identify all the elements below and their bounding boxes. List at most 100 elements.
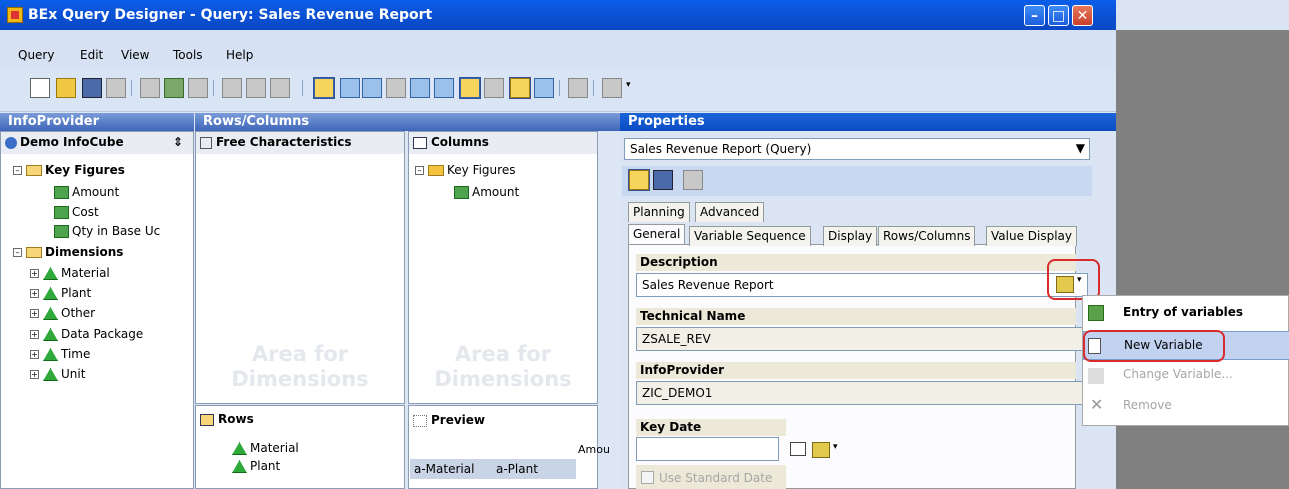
dimension-icon xyxy=(43,328,58,341)
properties-selector[interactable]: Sales Revenue Report (Query) ▼ xyxy=(624,138,1090,160)
rows-item[interactable]: Plant xyxy=(232,459,280,473)
publish-icon[interactable] xyxy=(188,78,208,98)
context-remove[interactable]: Remove xyxy=(1083,392,1289,421)
columns-header: Columns xyxy=(409,132,597,154)
tree-item[interactable]: + Unit xyxy=(30,367,85,381)
display-options-icon[interactable] xyxy=(602,78,622,98)
rows-item[interactable]: Material xyxy=(232,441,299,455)
messages-icon[interactable] xyxy=(509,77,531,99)
cut-icon[interactable] xyxy=(222,78,242,98)
preview-cell: a-Material xyxy=(414,462,475,476)
tree-key-figures[interactable]: – Key Figures xyxy=(13,163,125,177)
chevron-down-icon[interactable]: ▼ xyxy=(1076,141,1085,155)
tree-dimensions[interactable]: – Dimensions xyxy=(13,245,123,259)
tree-item[interactable]: + Material xyxy=(30,266,110,280)
preview-icon xyxy=(413,414,427,427)
tab-planning[interactable]: Planning xyxy=(628,202,690,222)
preview-col-header: Amou xyxy=(578,443,610,456)
infoprovider-field[interactable]: ZIC_DEMO1 xyxy=(636,381,1088,405)
tab-value-display[interactable]: Value Display xyxy=(986,226,1077,246)
rows-header: Rows xyxy=(196,409,404,431)
close-button[interactable]: ✕ xyxy=(1072,5,1093,26)
dimension-icon xyxy=(43,307,58,320)
variable-icon[interactable] xyxy=(812,442,830,458)
folder-icon xyxy=(26,165,42,176)
remove-icon: ✕ xyxy=(1090,395,1104,414)
columns-key-figures[interactable]: – Key Figures xyxy=(415,163,515,177)
technical-names-icon[interactable] xyxy=(568,78,588,98)
tree-item[interactable]: + Other xyxy=(30,306,95,320)
folder-icon xyxy=(26,247,42,258)
chevron-down-icon[interactable]: ▾ xyxy=(626,80,631,90)
paste-icon[interactable] xyxy=(270,78,290,98)
key-figure-icon xyxy=(454,186,469,199)
maximize-button[interactable]: □ xyxy=(1048,5,1069,26)
infoprovider-view-icon[interactable] xyxy=(313,77,335,99)
tab-advanced[interactable]: Advanced xyxy=(695,202,765,222)
free-characteristics-header: Free Characteristics xyxy=(196,132,404,154)
standard-date-checkbox[interactable] xyxy=(641,471,654,484)
minimize-button[interactable]: – xyxy=(1024,5,1045,26)
key-date-field[interactable] xyxy=(636,437,779,461)
save-icon[interactable] xyxy=(653,170,673,190)
tree-item[interactable]: Cost xyxy=(54,205,99,219)
preview-cell: a-Plant xyxy=(496,462,538,476)
technical-name-field[interactable]: ZSALE_REV xyxy=(636,327,1088,351)
dimension-icon xyxy=(232,442,247,455)
cells-icon[interactable] xyxy=(386,78,406,98)
area-watermark: Area for Dimensions xyxy=(231,342,369,391)
key-figure-icon xyxy=(54,206,69,219)
dimension-icon xyxy=(232,460,247,473)
where-used-icon[interactable] xyxy=(534,78,554,98)
context-entry-of-variables: Entry of variables xyxy=(1123,305,1244,319)
area-watermark: Area for Dimensions xyxy=(434,342,572,391)
query-properties-icon[interactable] xyxy=(140,78,160,98)
tab-rows-columns[interactable]: Rows/Columns xyxy=(878,226,976,246)
calendar-icon[interactable] xyxy=(790,442,806,456)
key-figures-icon xyxy=(428,165,444,176)
description-field[interactable]: Sales Revenue Report xyxy=(636,273,1088,297)
key-figure-icon xyxy=(54,186,69,199)
tree-item[interactable]: Qty in Base Uc xyxy=(54,224,160,238)
columns-amount[interactable]: Amount xyxy=(454,185,519,199)
sort-icon[interactable]: ⇕ xyxy=(173,135,183,149)
check-icon[interactable] xyxy=(164,78,184,98)
tasks-icon[interactable] xyxy=(484,78,504,98)
tree-item[interactable]: + Data Package xyxy=(30,327,143,341)
open-icon[interactable] xyxy=(56,78,76,98)
exceptions-icon[interactable] xyxy=(434,78,454,98)
menu-query[interactable]: Query xyxy=(18,48,54,62)
edit-icon[interactable] xyxy=(628,169,650,191)
save-icon[interactable] xyxy=(82,78,102,98)
description-label: Description xyxy=(636,254,1076,271)
menu-bar xyxy=(0,30,1116,70)
tab-variable-sequence[interactable]: Variable Sequence xyxy=(689,226,811,246)
filter-icon[interactable] xyxy=(340,78,360,98)
new-icon[interactable] xyxy=(30,78,50,98)
key-date-label: Key Date xyxy=(636,419,786,436)
menu-view[interactable]: View xyxy=(121,48,149,62)
chevron-down-icon[interactable]: ▾ xyxy=(833,442,838,452)
menu-tools[interactable]: Tools xyxy=(173,48,203,62)
dimension-icon xyxy=(43,287,58,300)
menu-edit[interactable]: Edit xyxy=(80,48,103,62)
display-options-icon[interactable] xyxy=(683,170,703,190)
conditions-icon[interactable] xyxy=(410,78,430,98)
tree-item[interactable]: + Time xyxy=(30,347,90,361)
columns-icon xyxy=(413,136,427,149)
context-change-variable[interactable]: Change Variable... xyxy=(1083,361,1289,390)
highlight-variable-button xyxy=(1047,259,1100,300)
properties-icon[interactable] xyxy=(459,77,481,99)
menu-help[interactable]: Help xyxy=(226,48,253,62)
highlight-new-variable xyxy=(1083,330,1225,362)
tab-general[interactable]: General xyxy=(628,224,686,244)
bex-app-icon xyxy=(7,7,23,23)
tree-item[interactable]: Amount xyxy=(54,185,119,199)
rows-columns-icon[interactable] xyxy=(362,78,382,98)
copy-icon[interactable] xyxy=(246,78,266,98)
infoprovider-header: InfoProvider xyxy=(0,113,194,131)
tab-display[interactable]: Display xyxy=(823,226,878,246)
tree-item[interactable]: + Plant xyxy=(30,286,91,300)
standard-date-label: Use Standard Date xyxy=(659,471,773,485)
save-all-icon[interactable] xyxy=(106,78,126,98)
